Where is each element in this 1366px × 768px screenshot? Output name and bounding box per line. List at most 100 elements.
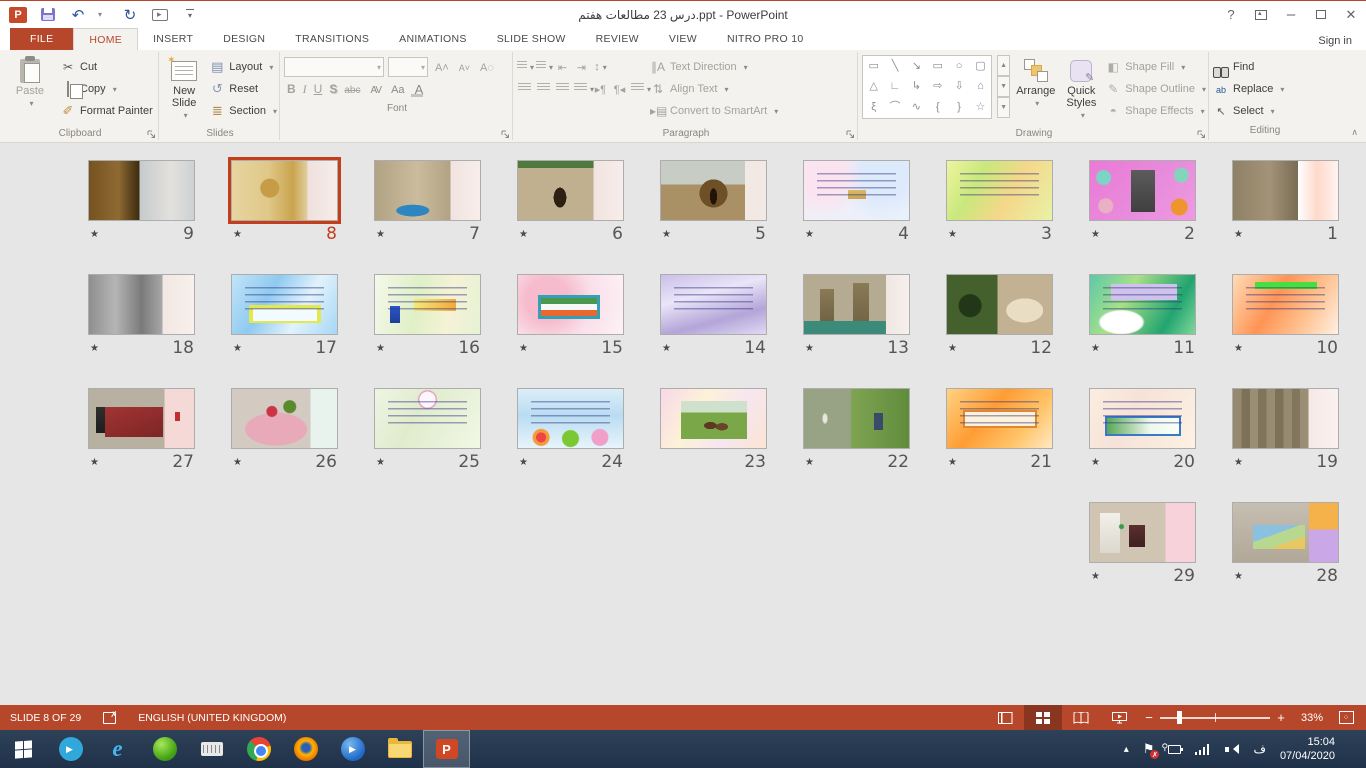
italic-button[interactable]: [300, 82, 310, 97]
oval-shape-icon[interactable]: ○: [956, 61, 963, 72]
slide-thumbnail-9[interactable]: [88, 160, 195, 221]
change-case-button[interactable]: [385, 82, 407, 96]
zoom-slider-thumb[interactable]: [1177, 711, 1182, 724]
find-button[interactable]: Find: [1213, 56, 1317, 78]
slide-thumbnail-14[interactable]: [660, 274, 767, 335]
reading-view-button[interactable]: [1062, 705, 1100, 730]
new-slide-button[interactable]: New Slide: [163, 53, 205, 125]
slide-thumbnail-18[interactable]: [88, 274, 195, 335]
start-from-beginning-button[interactable]: [150, 4, 170, 26]
zoom-in-button[interactable]: +: [1270, 710, 1292, 725]
slide-sorter-view-button[interactable]: [1024, 705, 1062, 730]
slide-thumbnail-28[interactable]: [1232, 502, 1339, 563]
slide-thumbnail-20[interactable]: [1089, 388, 1196, 449]
shape-effects-button[interactable]: Shape Effects: [1105, 100, 1206, 122]
line-shape-icon[interactable]: ╲: [892, 61, 899, 72]
bullets-button[interactable]: [517, 61, 532, 73]
character-spacing-button[interactable]: [364, 82, 384, 96]
zoom-level[interactable]: 33%: [1292, 712, 1332, 724]
undo-dropdown[interactable]: ▾: [90, 4, 110, 26]
slide-thumbnail-16[interactable]: [374, 274, 481, 335]
columns-button[interactable]: [631, 83, 646, 95]
slide-thumbnail-8[interactable]: [231, 160, 338, 221]
align-left-button[interactable]: [517, 83, 532, 95]
convert-to-smartart-button[interactable]: ▸▤Convert to SmartArt: [650, 100, 778, 122]
left-to-right-button[interactable]: ▸¶: [593, 83, 608, 96]
arrange-button[interactable]: Arrange: [1014, 53, 1057, 125]
layout-button[interactable]: Layout: [209, 56, 277, 78]
section-button[interactable]: Section: [209, 100, 277, 122]
decrease-font-size-button[interactable]: [456, 60, 473, 74]
line-spacing-button[interactable]: ↕: [593, 61, 608, 73]
fit-slide-to-window-button[interactable]: ⁘: [1332, 705, 1360, 730]
slide-thumbnail-21[interactable]: [946, 388, 1053, 449]
slide-show-view-button[interactable]: [1100, 705, 1138, 730]
shapes-more[interactable]: ▼: [997, 97, 1010, 118]
elbow-arrow-connector-shape-icon[interactable]: ↳: [912, 81, 921, 92]
paste-button[interactable]: Paste: [4, 53, 56, 125]
slide-thumbnail-26[interactable]: [231, 388, 338, 449]
slide-thumbnail-7[interactable]: [374, 160, 481, 221]
slide-thumbnail-6[interactable]: [517, 160, 624, 221]
restore-button[interactable]: [1306, 1, 1336, 28]
undo-button[interactable]: [68, 4, 88, 26]
right-to-left-button[interactable]: ¶◂: [612, 83, 627, 96]
tab-animations[interactable]: ANIMATIONS: [384, 28, 482, 50]
redo-button[interactable]: [120, 4, 140, 26]
elbow-connector-shape-icon[interactable]: ∟: [890, 81, 901, 92]
slide-thumbnail-5[interactable]: [660, 160, 767, 221]
media-player-taskbar-button[interactable]: [329, 730, 376, 768]
align-text-button[interactable]: ⇅Align Text: [650, 78, 778, 100]
right-arrow-shape-icon[interactable]: ⇨: [933, 81, 942, 92]
tab-home[interactable]: HOME: [73, 28, 138, 50]
clear-formatting-button[interactable]: [477, 60, 497, 74]
cut-button[interactable]: Cut: [60, 56, 153, 78]
zoom-slider[interactable]: [1160, 705, 1270, 730]
curve-shape-icon[interactable]: ∿: [912, 102, 921, 113]
telegram-taskbar-button[interactable]: [47, 730, 94, 768]
volume-icon[interactable]: [1225, 744, 1239, 755]
text-shadow-button[interactable]: [326, 82, 340, 96]
slide-thumbnail-1[interactable]: [1232, 160, 1339, 221]
align-right-button[interactable]: [555, 83, 570, 95]
numbering-button[interactable]: [536, 61, 551, 73]
select-button[interactable]: Select: [1213, 100, 1317, 122]
slide-thumbnail-19[interactable]: [1232, 388, 1339, 449]
paste-dropdown[interactable]: [26, 97, 33, 110]
text-box-shape-icon[interactable]: ▭: [868, 61, 878, 72]
paragraph-dialog-launcher[interactable]: [846, 130, 855, 139]
new-slide-dropdown[interactable]: [181, 109, 188, 122]
clock[interactable]: 15:04 07/04/2020: [1280, 735, 1343, 763]
shapes-scroll-up[interactable]: ▲: [997, 55, 1010, 76]
tab-slide-show[interactable]: SLIDE SHOW: [482, 28, 581, 50]
quick-styles-button[interactable]: Quick Styles: [1061, 53, 1101, 125]
slide-thumbnail-3[interactable]: [946, 160, 1053, 221]
justify-button[interactable]: [574, 83, 589, 95]
hidden-icons-button[interactable]: ▴: [1124, 744, 1129, 755]
increase-indent-button[interactable]: ⇥: [574, 61, 589, 74]
slide-thumbnail-22[interactable]: [803, 388, 910, 449]
tab-view[interactable]: VIEW: [654, 28, 712, 50]
slide-thumbnail-17[interactable]: [231, 274, 338, 335]
tab-nitro-pro-10[interactable]: NITRO PRO 10: [712, 28, 819, 50]
firefox-taskbar-button[interactable]: [282, 730, 329, 768]
power-icon[interactable]: [1168, 745, 1181, 754]
collapse-ribbon-button[interactable]: ∧: [1351, 127, 1358, 138]
save-button[interactable]: [38, 4, 58, 26]
star-shape-icon[interactable]: ☆: [976, 102, 986, 113]
reset-button[interactable]: Reset: [209, 78, 277, 100]
internet-explorer-taskbar-button[interactable]: e: [94, 730, 141, 768]
down-arrow-shape-icon[interactable]: ⇩: [954, 81, 963, 92]
font-size-combobox[interactable]: [388, 57, 428, 77]
font-name-combobox[interactable]: [284, 57, 384, 77]
replace-button[interactable]: Replace: [1213, 78, 1317, 100]
bold-button[interactable]: [284, 82, 299, 96]
minimize-button[interactable]: [1276, 1, 1306, 28]
decrease-indent-button[interactable]: ⇤: [555, 61, 570, 74]
tab-review[interactable]: REVIEW: [581, 28, 654, 50]
slide-thumbnail-2[interactable]: [1089, 160, 1196, 221]
freeform-shape-icon[interactable]: ξ: [871, 102, 876, 113]
shapes-scroll-down[interactable]: ▼: [997, 76, 1010, 97]
slide-thumbnail-23[interactable]: [660, 388, 767, 449]
arrow-shape-icon[interactable]: ↘: [912, 61, 921, 72]
